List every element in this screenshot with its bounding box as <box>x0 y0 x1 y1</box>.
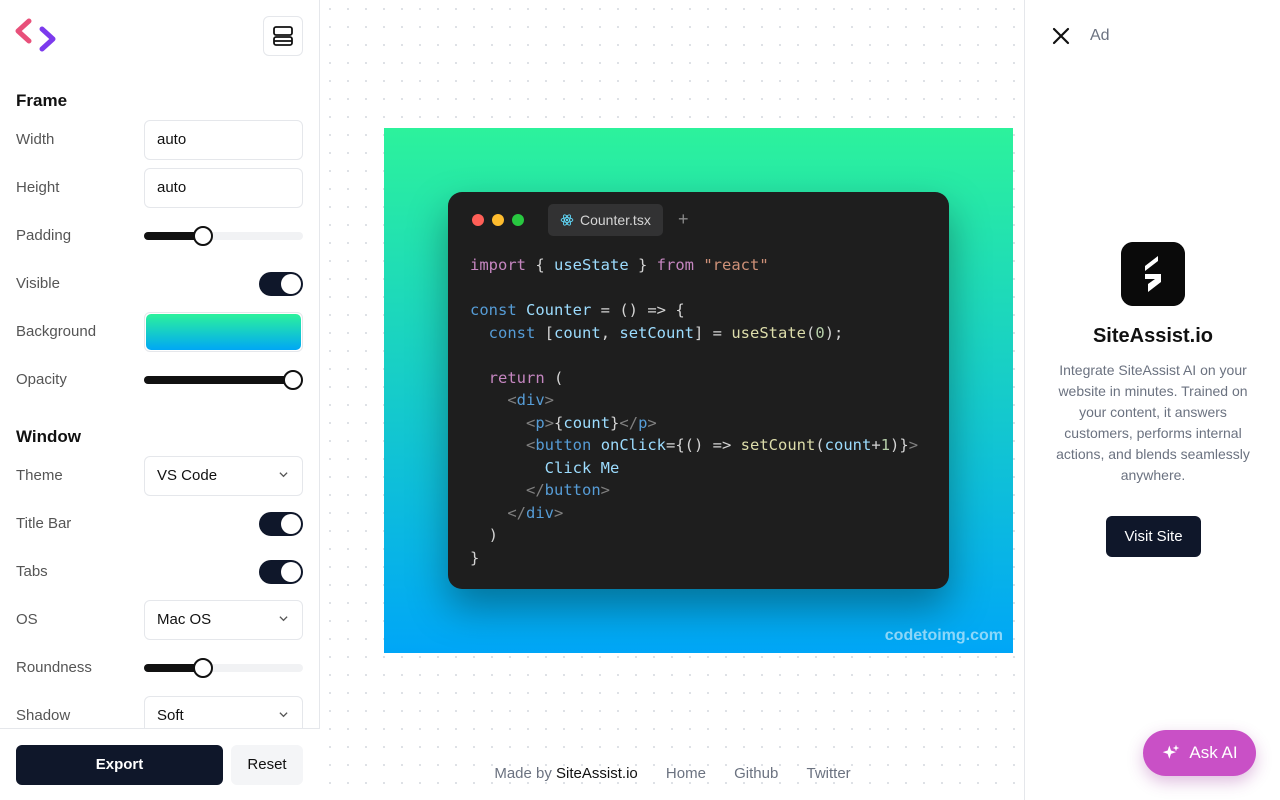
ask-ai-button[interactable]: Ask AI <box>1143 730 1256 776</box>
reset-button[interactable]: Reset <box>231 745 303 785</box>
layout-icon <box>273 26 293 46</box>
opacity-slider[interactable] <box>144 370 303 390</box>
theme-label: Theme <box>16 467 63 484</box>
ask-ai-label: Ask AI <box>1189 743 1238 762</box>
ad-panel: Ad SiteAssist.io Integrate SiteAssist AI… <box>1024 0 1280 800</box>
title-bar-toggle[interactable] <box>259 512 303 536</box>
chevron-down-icon <box>279 712 288 718</box>
code-window: Counter.tsx + import { useState } from "… <box>448 192 949 589</box>
opacity-slider-thumb[interactable] <box>283 370 303 390</box>
ad-label: Ad <box>1090 27 1110 44</box>
export-button[interactable]: Export <box>16 745 223 785</box>
width-input[interactable]: auto <box>144 120 303 160</box>
ad-title: SiteAssist.io <box>1092 325 1214 347</box>
file-tab-label: Counter.tsx <box>580 212 651 228</box>
shadow-value: Soft <box>157 707 184 724</box>
toggle-knob <box>281 274 301 294</box>
background-gradient-swatch <box>146 314 301 350</box>
close-dot <box>472 214 484 226</box>
traffic-lights <box>472 214 524 226</box>
theme-select[interactable]: VS Code <box>144 456 303 496</box>
siteassist-logo-icon <box>1121 242 1185 306</box>
minimize-dot <box>492 214 504 226</box>
visible-toggle[interactable] <box>259 272 303 296</box>
window-section-title: Window <box>16 427 81 446</box>
made-by-text: Made by <box>494 765 552 782</box>
code-image-frame: Counter.tsx + import { useState } from "… <box>384 128 1013 653</box>
react-icon <box>560 214 574 226</box>
code-block[interactable]: import { useState } from "react" const C… <box>470 254 918 569</box>
sparkle-icon <box>1163 744 1180 759</box>
footer-link-github[interactable]: Github <box>734 765 778 782</box>
visit-site-button[interactable]: Visit Site <box>1106 516 1201 557</box>
roundness-label: Roundness <box>16 659 92 676</box>
os-select[interactable]: Mac OS <box>144 600 303 640</box>
maximize-dot <box>512 214 524 226</box>
theme-value: VS Code <box>157 467 218 484</box>
add-tab-icon[interactable]: + <box>678 209 689 229</box>
height-label: Height <box>16 179 60 196</box>
shadow-label: Shadow <box>16 707 71 724</box>
watermark: codetoimg.com <box>884 627 1003 644</box>
height-input[interactable]: auto <box>144 168 303 208</box>
footer-link-home[interactable]: Home <box>666 765 706 782</box>
visible-label: Visible <box>16 275 60 292</box>
os-value: Mac OS <box>157 611 212 628</box>
preview-canvas: Counter.tsx + import { useState } from "… <box>321 0 1024 800</box>
padding-slider[interactable] <box>144 226 303 246</box>
layout-toggle-button[interactable] <box>263 16 303 56</box>
padding-label: Padding <box>16 227 72 244</box>
close-icon[interactable] <box>1049 24 1073 48</box>
roundness-slider[interactable] <box>144 658 303 678</box>
footer-links: Made by SiteAssist.io Home Github Twitte… <box>321 765 1024 782</box>
footer-link-twitter[interactable]: Twitter <box>806 765 850 782</box>
title-bar-label: Title Bar <box>16 515 72 532</box>
frame-section-title: Frame <box>16 91 68 110</box>
background-picker[interactable] <box>144 312 303 352</box>
tabs-toggle[interactable] <box>259 560 303 584</box>
background-label: Background <box>16 323 97 340</box>
padding-slider-thumb[interactable] <box>193 226 213 246</box>
file-tab[interactable]: Counter.tsx <box>548 204 663 236</box>
chevron-down-icon <box>279 616 288 622</box>
app-logo-icon[interactable] <box>14 17 60 55</box>
opacity-label: Opacity <box>16 371 67 388</box>
toggle-knob <box>281 514 301 534</box>
tabs-label: Tabs <box>16 563 48 580</box>
toggle-knob <box>281 562 301 582</box>
chevron-down-icon <box>279 472 288 478</box>
roundness-slider-thumb[interactable] <box>193 658 213 678</box>
made-by-brand-link[interactable]: SiteAssist.io <box>556 765 638 782</box>
settings-sidebar: Frame Width auto Height auto Padding Vis… <box>0 0 320 800</box>
sidebar-footer: Export Reset <box>0 728 320 800</box>
os-label: OS <box>16 611 38 628</box>
opacity-slider-fill <box>144 376 293 384</box>
width-label: Width <box>16 131 55 148</box>
ad-description: Integrate SiteAssist AI on your website … <box>1056 362 1250 483</box>
